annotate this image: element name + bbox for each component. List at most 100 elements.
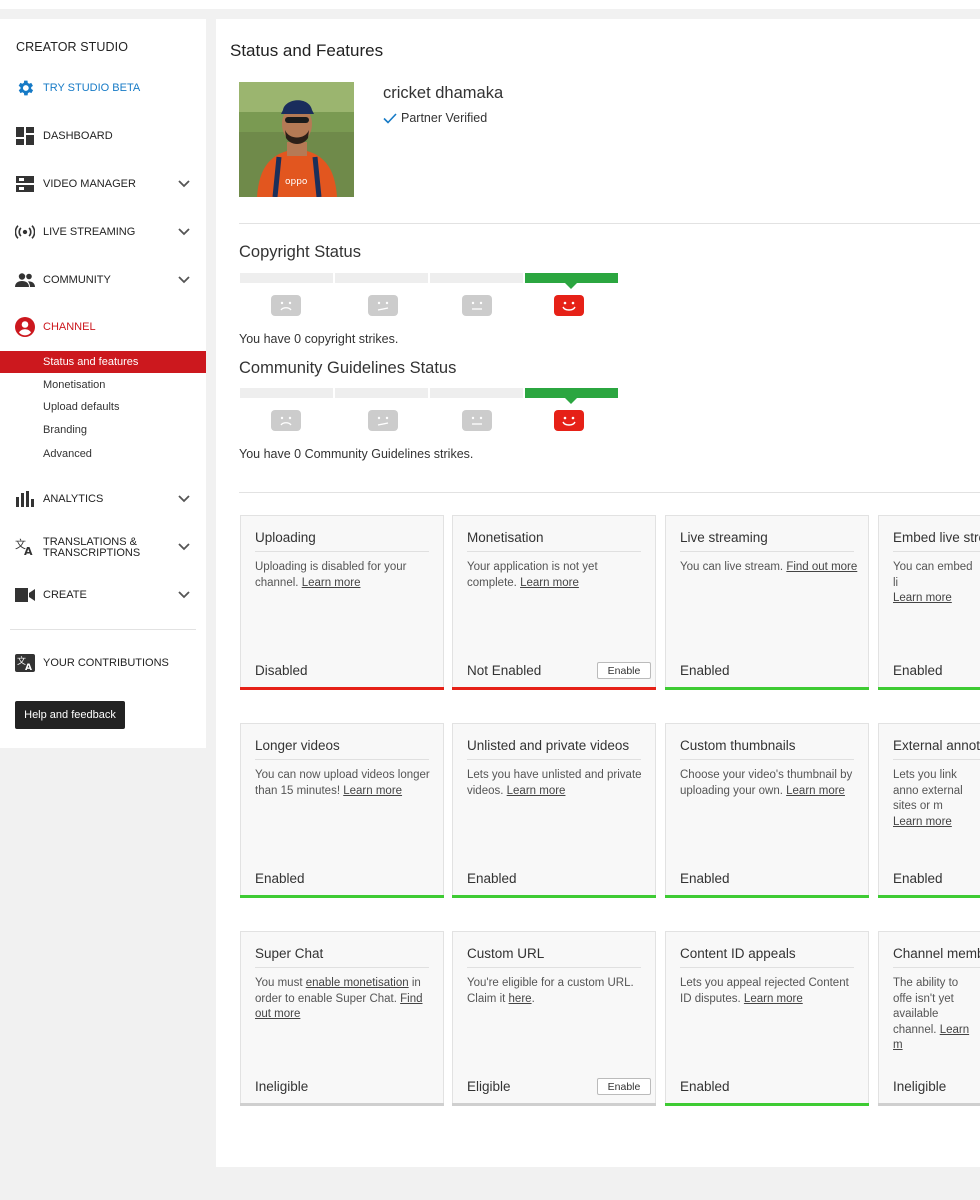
neutral-face-icon xyxy=(462,410,492,431)
feature-card-unlisted-private: Unlisted and private videos Lets you hav… xyxy=(452,723,656,898)
feature-card-live-streaming: Live streaming You can live stream. Find… xyxy=(665,515,869,690)
unsure-face-icon xyxy=(368,295,398,316)
card-status: Enabled xyxy=(680,663,730,678)
strike-segment xyxy=(335,273,428,283)
partner-label: Partner Verified xyxy=(401,111,488,125)
account-circle-icon xyxy=(15,317,35,337)
svg-text:A: A xyxy=(24,545,33,556)
sidebar-item-your-contributions[interactable]: 文A YOUR CONTRIBUTIONS xyxy=(0,650,206,676)
card-status: Enabled xyxy=(680,1079,730,1094)
sidebar-sub-advanced[interactable]: Advanced xyxy=(0,443,206,465)
cg-status-heading: Community Guidelines Status xyxy=(239,359,457,377)
gear-icon xyxy=(15,78,35,98)
sidebar-item-try-studio-beta[interactable]: TRY STUDIO BETA xyxy=(0,75,206,101)
main-content: Status and Features oppo cricket dhamaka… xyxy=(216,19,980,1167)
help-and-feedback-button[interactable]: Help and feedback xyxy=(15,701,125,729)
card-status: Eligible xyxy=(467,1079,511,1094)
people-icon xyxy=(15,270,35,290)
card-title: Custom thumbnails xyxy=(680,738,796,753)
sidebar-item-analytics[interactable]: ANALYTICS xyxy=(0,486,206,512)
card-title: Custom URL xyxy=(467,946,545,961)
card-desc-text: Lets you link anno external sites or m xyxy=(893,769,963,812)
card-description: You must enable monetisation in order to… xyxy=(255,976,433,1023)
bar-chart-icon xyxy=(15,489,35,509)
strike-segment-active xyxy=(525,388,618,404)
card-divider xyxy=(680,759,854,760)
enable-monetisation-link[interactable]: enable monetisation xyxy=(306,977,409,989)
copyright-status-heading: Copyright Status xyxy=(239,243,361,261)
card-title: Live streaming xyxy=(680,530,768,545)
card-description: Choose your video's thumbnail by uploadi… xyxy=(680,768,858,799)
enable-button[interactable]: Enable xyxy=(597,1078,651,1095)
status-bar xyxy=(240,687,444,690)
learn-more-link[interactable]: Learn more xyxy=(893,816,952,828)
learn-more-link[interactable]: Learn more xyxy=(893,592,952,604)
card-description: Uploading is disabled for your channel. … xyxy=(255,560,433,591)
status-bar xyxy=(240,1103,444,1106)
card-description: The ability to offe isn't yet available … xyxy=(893,976,980,1054)
card-status: Enabled xyxy=(893,663,943,678)
cg-strike-meter xyxy=(240,388,620,436)
status-bar xyxy=(665,1103,869,1106)
sad-face-icon xyxy=(271,410,301,431)
learn-more-link[interactable]: Learn more xyxy=(507,785,566,797)
sidebar-title: CREATOR STUDIO xyxy=(16,40,129,54)
sidebar-sub-upload-defaults[interactable]: Upload defaults xyxy=(0,396,206,418)
sidebar-item-label: YOUR CONTRIBUTIONS xyxy=(43,656,169,669)
divider xyxy=(239,223,980,224)
card-status: Enabled xyxy=(893,871,943,886)
learn-more-link[interactable]: Learn more xyxy=(302,577,361,589)
chevron-down-icon[interactable] xyxy=(177,177,191,191)
status-bar xyxy=(452,1103,656,1106)
sidebar-item-dashboard[interactable]: DASHBOARD xyxy=(0,123,206,149)
sidebar-item-community[interactable]: COMMUNITY xyxy=(0,267,206,293)
sidebar-item-video-manager[interactable]: VIDEO MANAGER xyxy=(0,171,206,197)
neutral-face-icon xyxy=(462,295,492,316)
status-bar xyxy=(240,895,444,898)
channel-avatar[interactable]: oppo xyxy=(239,82,354,197)
card-status: Enabled xyxy=(467,871,517,886)
card-divider xyxy=(467,967,641,968)
card-desc-text: You can embed li xyxy=(893,561,973,589)
card-status: Not Enabled xyxy=(467,663,542,678)
feature-card-external-annotations: External annot Lets you link anno extern… xyxy=(878,723,980,898)
card-description: You can embed li Learn more xyxy=(893,560,980,607)
find-out-more-link[interactable]: Find out more xyxy=(786,561,857,573)
sidebar-item-live-streaming[interactable]: LIVE STREAMING xyxy=(0,219,206,245)
feature-card-channel-memberships: Channel memb The ability to offe isn't y… xyxy=(878,931,980,1106)
page-title: Status and Features xyxy=(230,41,384,60)
learn-more-link[interactable]: Learn more xyxy=(520,577,579,589)
card-divider xyxy=(467,551,641,552)
chevron-down-icon[interactable] xyxy=(177,492,191,506)
sidebar-item-channel[interactable]: CHANNEL xyxy=(0,314,206,340)
sidebar-item-translations[interactable]: 文A TRANSLATIONS & TRANSCRIPTIONS xyxy=(0,534,206,560)
sidebar-sub-monetisation[interactable]: Monetisation xyxy=(0,374,206,396)
strike-segment xyxy=(430,273,523,283)
card-description: You're eligible for a custom URL. Claim … xyxy=(467,976,645,1007)
learn-more-link[interactable]: Learn more xyxy=(343,785,402,797)
chevron-down-icon[interactable] xyxy=(177,540,191,554)
sidebar-sub-branding[interactable]: Branding xyxy=(0,419,206,441)
enable-button[interactable]: Enable xyxy=(597,662,651,679)
card-title: Unlisted and private videos xyxy=(467,738,630,753)
here-link[interactable]: here xyxy=(509,993,532,1005)
chevron-down-icon[interactable] xyxy=(177,273,191,287)
card-status: Enabled xyxy=(255,871,305,886)
sidebar-item-create[interactable]: CREATE xyxy=(0,582,206,608)
feature-card-monetisation: Monetisation Your application is not yet… xyxy=(452,515,656,690)
sidebar-item-label: COMMUNITY xyxy=(43,273,111,286)
learn-more-link[interactable]: Learn more xyxy=(786,785,845,797)
card-desc-text: You're eligible for a custom URL. Claim … xyxy=(467,977,634,1005)
sidebar-sub-status-and-features[interactable]: Status and features xyxy=(0,351,206,373)
card-divider xyxy=(467,759,641,760)
chevron-down-icon[interactable] xyxy=(177,225,191,239)
learn-more-link[interactable]: Learn more xyxy=(744,993,803,1005)
card-divider xyxy=(680,967,854,968)
sidebar-item-label: CHANNEL xyxy=(43,320,96,333)
chevron-down-icon[interactable] xyxy=(177,588,191,602)
card-divider xyxy=(255,551,429,552)
card-description: Your application is not yet complete. Le… xyxy=(467,560,645,591)
card-title: Super Chat xyxy=(255,946,324,961)
card-description: Lets you link anno external sites or m Le… xyxy=(893,768,980,830)
sidebar-item-label: TRY STUDIO BETA xyxy=(43,81,141,94)
